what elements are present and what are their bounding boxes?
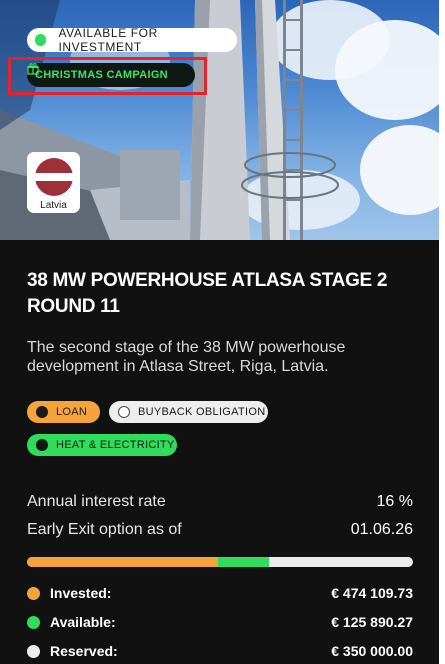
tag-heat-label: HEAT & ELECTRICITY xyxy=(56,439,175,451)
legend-invested: Invested: € 474 109.73 xyxy=(27,585,413,601)
latvia-flag-icon xyxy=(34,158,73,196)
early-exit-row: Early Exit option as of 01.06.26 xyxy=(27,521,413,539)
available-label: Available: xyxy=(50,614,116,630)
status-dot-icon xyxy=(35,34,47,46)
reserved-label: Reserved: xyxy=(50,643,118,659)
legend-reserved: Reserved: € 350 000.00 xyxy=(27,643,413,659)
early-exit-value: 01.06.26 xyxy=(350,521,413,538)
tag-loan: LOAN xyxy=(27,401,100,423)
tag-heat: HEAT & ELECTRICITY xyxy=(27,434,177,456)
invested-dot-icon xyxy=(27,586,40,600)
arrow-circle-icon xyxy=(36,439,48,451)
tag-buyback: BUYBACK OBLIGATION xyxy=(109,401,268,423)
gift-icon xyxy=(27,63,39,75)
interest-rate-value: 16 % xyxy=(376,493,413,510)
project-card[interactable]: AVAILABLE FOR INVESTMENT CHRISTMAS CAMPA… xyxy=(0,0,439,664)
invested-amount: € 474 109.73 xyxy=(331,585,413,601)
progress-invested-segment xyxy=(27,557,219,567)
funding-progress-bar xyxy=(27,557,413,567)
campaign-badge[interactable]: CHRISTMAS CAMPAIGN xyxy=(27,63,195,87)
interest-rate-row: Annual interest rate 16 % xyxy=(27,493,413,511)
status-badge-label: AVAILABLE FOR INVESTMENT xyxy=(58,26,158,54)
hand-coin-icon xyxy=(36,406,48,418)
tag-loan-label: LOAN xyxy=(56,406,88,418)
available-amount: € 125 890.27 xyxy=(331,614,413,630)
reserved-dot-icon xyxy=(27,644,40,658)
tag-buyback-label: BUYBACK OBLIGATION xyxy=(138,406,266,418)
invested-label: Invested: xyxy=(50,585,112,601)
legend-available: Available: € 125 890.27 xyxy=(27,614,413,630)
country-tile: Latvia xyxy=(27,152,80,213)
early-exit-label: Early Exit option as of xyxy=(27,521,182,538)
project-description: The second stage of the 38 MW powerhouse… xyxy=(27,339,346,375)
status-badge: AVAILABLE FOR INVESTMENT xyxy=(27,26,237,54)
country-name: Latvia xyxy=(40,200,67,211)
campaign-badge-label: CHRISTMAS CAMPAIGN xyxy=(35,69,168,81)
progress-available-segment xyxy=(218,557,270,567)
reserved-amount: € 350 000.00 xyxy=(331,643,413,659)
shield-icon xyxy=(118,406,130,418)
interest-rate-label: Annual interest rate xyxy=(27,493,166,510)
available-dot-icon xyxy=(27,615,40,629)
hero-image: AVAILABLE FOR INVESTMENT CHRISTMAS CAMPA… xyxy=(0,0,439,240)
project-title[interactable]: 38 MW POWERHOUSE ATLASA STAGE 2 ROUND 11 xyxy=(27,268,417,320)
